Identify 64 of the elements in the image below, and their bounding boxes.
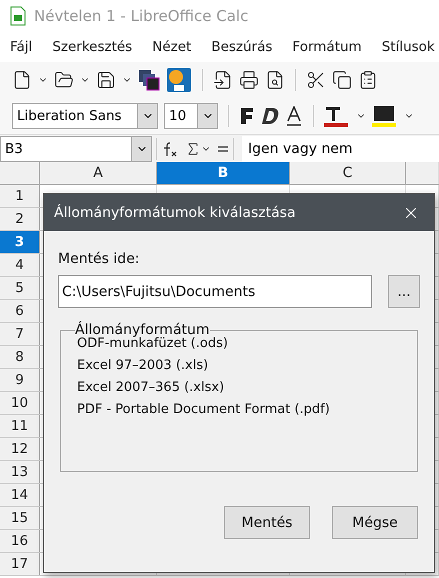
cell-reference: B3: [5, 140, 23, 156]
row-header[interactable]: 15: [0, 507, 40, 529]
scissors-icon[interactable]: [306, 70, 326, 90]
window-title: Névtelen 1 - LibreOffice Calc: [34, 7, 248, 25]
row-header[interactable]: 10: [0, 392, 40, 414]
row-header[interactable]: 11: [0, 415, 40, 437]
row-header[interactable]: 14: [0, 484, 40, 506]
row-header[interactable]: 9: [0, 369, 40, 391]
equals-icon[interactable]: [217, 144, 229, 154]
save-icon[interactable]: [96, 70, 116, 90]
menu-item[interactable]: Beszúrás: [211, 39, 272, 55]
copy-icon[interactable]: [332, 70, 352, 90]
formula-input[interactable]: Igen vagy nem: [242, 136, 439, 162]
row-header[interactable]: 12: [0, 438, 40, 460]
dropdown-button[interactable]: [137, 104, 157, 128]
font-color-icon[interactable]: [324, 105, 350, 127]
row-header[interactable]: 17: [0, 553, 40, 575]
row-header[interactable]: 16: [0, 530, 40, 552]
print-preview-icon[interactable]: [265, 70, 285, 90]
column-header[interactable]: B: [157, 162, 290, 184]
group-title: Állományformátum: [75, 322, 210, 338]
row-header[interactable]: 1: [0, 185, 40, 207]
menu-item[interactable]: Szerkesztés: [52, 39, 132, 55]
highlight-color-icon[interactable]: [372, 105, 398, 127]
row-header[interactable]: 7: [0, 323, 40, 345]
new-document-icon[interactable]: [12, 70, 32, 90]
format-option[interactable]: Excel 2007–365 (.xlsx): [77, 380, 401, 395]
row-header[interactable]: 5: [0, 277, 40, 299]
function-icon[interactable]: [161, 140, 177, 156]
dialog-title: Állományformátumok kiválasztása: [54, 204, 296, 220]
field-label: Mentés ide:: [58, 251, 141, 267]
floppy-disks-icon[interactable]: [138, 69, 160, 91]
format-option[interactable]: PDF - Portable Document Format (.pdf): [77, 402, 401, 417]
path-field[interactable]: C:\Users\Fujitsu\Documents: [58, 275, 372, 308]
menu-item[interactable]: Stílusok: [382, 39, 435, 55]
row-header[interactable]: 2: [0, 208, 40, 230]
menu-item[interactable]: Fájl: [10, 39, 32, 55]
row-header[interactable]: 8: [0, 346, 40, 368]
dialog-button[interactable]: Mentés: [224, 506, 310, 539]
dropdown-button[interactable]: [197, 104, 217, 128]
printer-icon[interactable]: [239, 70, 259, 90]
menu-item[interactable]: Formátum: [292, 39, 362, 55]
browse-button[interactable]: ...: [388, 275, 420, 308]
menu-item[interactable]: Nézet: [152, 39, 192, 55]
clipboard-icon[interactable]: [358, 70, 378, 90]
underline-icon[interactable]: [285, 106, 303, 126]
row-header[interactable]: 13: [0, 461, 40, 483]
bold-icon[interactable]: [239, 107, 255, 125]
folder-icon[interactable]: [54, 70, 74, 90]
format-option[interactable]: ODF-munkafüzet (.ods): [77, 336, 401, 351]
row-header[interactable]: 4: [0, 254, 40, 276]
font-name: Liberation Sans: [17, 108, 122, 124]
font-size: 10: [169, 108, 186, 124]
font-name-field[interactable]: Liberation Sans: [12, 103, 158, 129]
row-header[interactable]: 6: [0, 300, 40, 322]
row-header[interactable]: 3: [0, 231, 40, 253]
italic-icon[interactable]: [261, 107, 279, 125]
spreadsheet-icon: [10, 6, 26, 26]
dropdown-button[interactable]: [131, 136, 151, 160]
name-box[interactable]: B3: [0, 136, 152, 162]
font-size-field[interactable]: 10: [164, 103, 218, 129]
dialog-button[interactable]: Mégse: [332, 506, 418, 539]
export-icon[interactable]: [213, 70, 233, 90]
format-option[interactable]: Excel 97–2003 (.xls): [77, 358, 401, 373]
